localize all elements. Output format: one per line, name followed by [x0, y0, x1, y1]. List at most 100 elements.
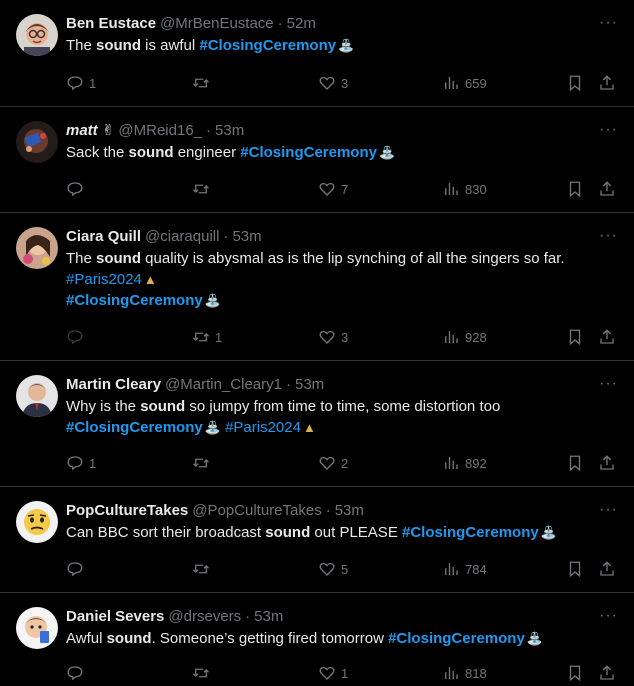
cauldron-emoji-icon: ⛲ [526, 631, 543, 646]
views-button[interactable]: 892 [442, 454, 487, 472]
hashtag-link[interactable]: #ClosingCeremony [402, 524, 539, 541]
highlight-term: sound [106, 630, 152, 647]
reply-button[interactable] [66, 328, 89, 346]
tweet[interactable]: matt ✌ @MReid16_ · 53m ··· Sack the soun… [0, 107, 634, 213]
more-icon[interactable]: ··· [599, 14, 618, 32]
tweet[interactable]: Ciara Quill @ciaraquill · 53m ··· The so… [0, 213, 634, 361]
share-button[interactable] [598, 180, 616, 198]
reply-button[interactable] [66, 664, 89, 682]
bookmark-button[interactable] [566, 74, 584, 92]
views-icon [445, 77, 458, 89]
separator: · [223, 228, 229, 245]
more-icon[interactable]: ··· [599, 375, 618, 393]
like-count: 2 [341, 455, 349, 471]
like-icon [319, 330, 335, 344]
author-handle[interactable]: @MReid16_ [118, 121, 202, 141]
bookmark-button[interactable] [566, 454, 584, 472]
bookmark-button[interactable] [566, 664, 584, 682]
share-button[interactable] [598, 328, 616, 346]
bookmark-button[interactable] [566, 180, 584, 198]
views-button[interactable]: 659 [442, 74, 487, 92]
hashtag-link[interactable]: #ClosingCeremony [199, 37, 336, 54]
avatar[interactable] [16, 227, 58, 269]
tweet-header: Ben Eustace @MrBenEustace · 52m [66, 14, 618, 34]
text-segment: The [66, 250, 97, 267]
hashtag-link[interactable]: #ClosingCeremony [240, 144, 377, 161]
timestamp[interactable]: 53m [295, 375, 324, 395]
share-button[interactable] [598, 560, 616, 578]
timestamp[interactable]: 52m [287, 14, 316, 34]
hashtag-link[interactable]: #Paris2024 [225, 419, 301, 436]
avatar[interactable] [16, 607, 58, 649]
highlight-term: sound [96, 37, 142, 54]
author-name[interactable]: Martin Cleary [66, 375, 161, 395]
repost-button[interactable]: 1 [192, 328, 222, 346]
text-segment: Why is the [66, 398, 141, 415]
views-button[interactable]: 830 [442, 180, 487, 198]
author-name[interactable]: Daniel Severs [66, 607, 164, 627]
repost-icon [193, 458, 209, 468]
repost-button[interactable] [192, 180, 215, 198]
reply-button[interactable]: 1 [66, 74, 96, 92]
repost-button[interactable] [192, 560, 215, 578]
timestamp[interactable]: 53m [254, 607, 283, 627]
avatar[interactable] [16, 14, 58, 56]
repost-button[interactable] [192, 664, 215, 682]
hashtag-link[interactable]: #Paris2024 [66, 271, 142, 288]
like-button[interactable]: 3 [318, 328, 348, 346]
share-button[interactable] [598, 664, 616, 682]
like-button[interactable]: 7 [318, 180, 348, 198]
reply-button[interactable]: 1 [66, 454, 96, 472]
views-icon [445, 667, 458, 679]
timestamp[interactable]: 53m [335, 501, 364, 521]
author-name[interactable]: PopCultureTakes [66, 501, 188, 521]
more-icon[interactable]: ··· [599, 607, 618, 625]
hashtag-link[interactable]: #ClosingCeremony [66, 419, 203, 436]
tweet[interactable]: Ben Eustace @MrBenEustace · 52m ··· The … [0, 0, 634, 107]
views-icon [445, 457, 458, 469]
author-handle[interactable]: @Martin_Cleary1 [165, 375, 282, 395]
like-button[interactable]: 3 [318, 74, 348, 92]
tweet[interactable]: Daniel Severs @drsevers · 53m ··· Awful … [0, 593, 634, 686]
tweet[interactable]: PopCultureTakes @PopCultureTakes · 53m ·… [0, 487, 634, 593]
timestamp[interactable]: 53m [232, 227, 261, 247]
more-icon[interactable]: ··· [599, 121, 618, 139]
like-icon [319, 456, 335, 470]
reply-button[interactable] [66, 180, 89, 198]
timestamp[interactable]: 53m [215, 121, 244, 141]
highlight-term: sound [265, 524, 311, 541]
repost-button[interactable] [192, 454, 215, 472]
author-handle[interactable]: @MrBenEustace [160, 14, 274, 34]
author-handle[interactable]: @drsevers [168, 607, 241, 627]
like-button[interactable]: 1 [318, 664, 348, 682]
hashtag-link[interactable]: #ClosingCeremony [388, 630, 525, 647]
bookmark-icon [569, 329, 581, 346]
author-name[interactable]: matt ✌ [66, 121, 114, 141]
share-button[interactable] [598, 74, 616, 92]
hashtag-link[interactable]: #ClosingCeremony [66, 292, 203, 309]
views-button[interactable]: 784 [442, 560, 487, 578]
tweet[interactable]: Martin Cleary @Martin_Cleary1 · 53m ··· … [0, 361, 634, 487]
bookmark-button[interactable] [566, 328, 584, 346]
like-count: 3 [341, 329, 349, 345]
avatar[interactable] [16, 501, 58, 543]
bookmark-button[interactable] [566, 560, 584, 578]
reply-button[interactable] [66, 560, 89, 578]
tweet-header: Daniel Severs @drsevers · 53m [66, 607, 618, 627]
like-button[interactable]: 2 [318, 454, 348, 472]
avatar[interactable] [16, 121, 58, 163]
more-icon[interactable]: ··· [599, 501, 618, 519]
views-button[interactable]: 928 [442, 328, 487, 346]
author-handle[interactable]: @PopCultureTakes [192, 501, 321, 521]
author-handle[interactable]: @ciaraquill [145, 227, 219, 247]
avatar[interactable] [16, 375, 58, 417]
author-name[interactable]: Ciara Quill [66, 227, 141, 247]
like-button[interactable]: 5 [318, 560, 348, 578]
views-button[interactable]: 818 [442, 664, 487, 682]
tweet-header: PopCultureTakes @PopCultureTakes · 53m [66, 501, 618, 521]
author-name[interactable]: Ben Eustace [66, 14, 156, 34]
repost-button[interactable] [192, 74, 215, 92]
share-button[interactable] [598, 454, 616, 472]
reply-icon [67, 456, 83, 471]
more-icon[interactable]: ··· [599, 227, 618, 245]
